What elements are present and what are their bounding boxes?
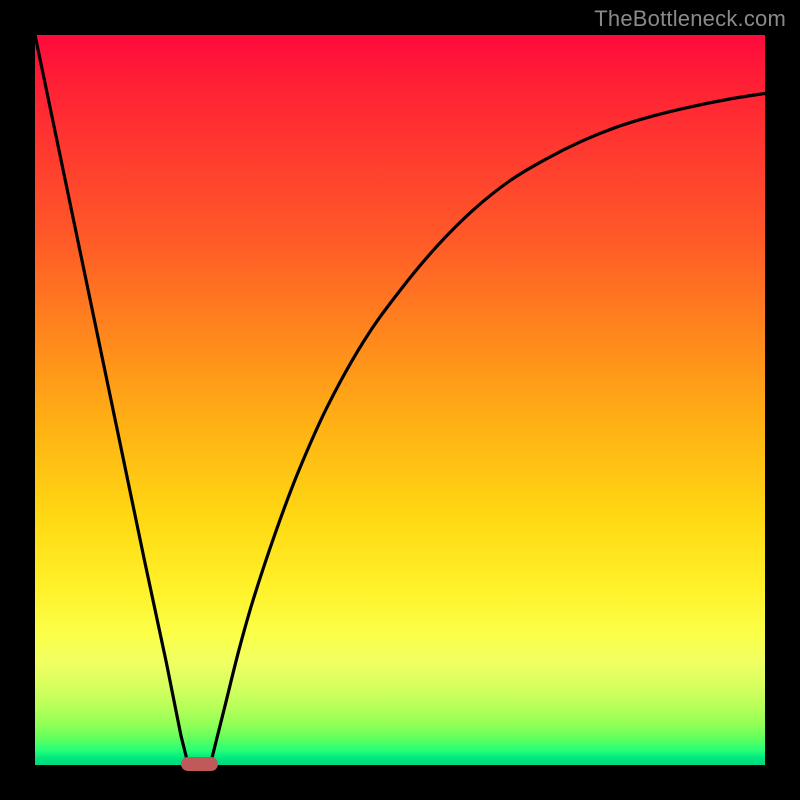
- plot-area: [35, 35, 765, 765]
- curve-layer: [35, 35, 765, 765]
- curve-left-branch: [35, 35, 188, 765]
- curve-right-branch: [210, 93, 765, 765]
- watermark-text: TheBottleneck.com: [594, 6, 786, 32]
- chart-frame: TheBottleneck.com: [0, 0, 800, 800]
- bottleneck-marker: [181, 757, 218, 771]
